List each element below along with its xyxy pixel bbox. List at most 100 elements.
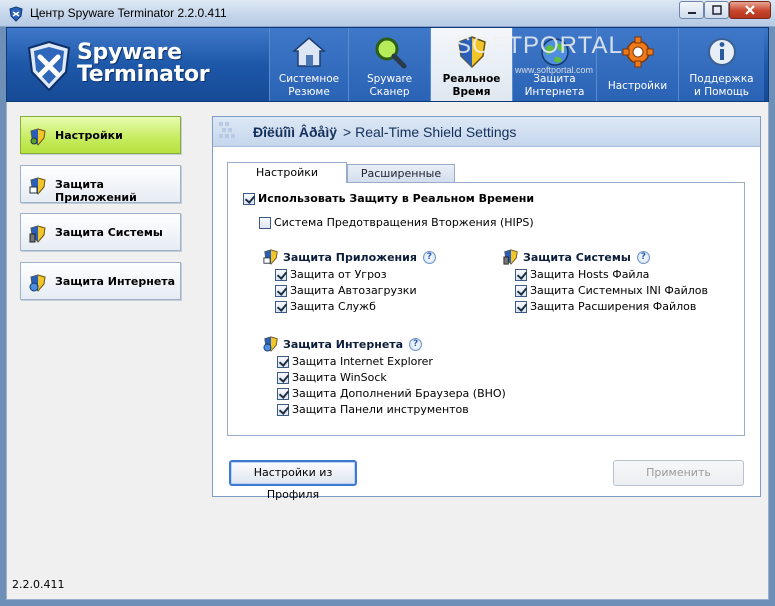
tab-content: Использовать Защиту в Реальном Времени С… (227, 182, 745, 436)
panel-header: Ðîëüîìì Âðåìÿ > Real-Time Shield Settings (213, 117, 760, 147)
nav-tab-support[interactable]: Поддержка и Помощь (678, 28, 764, 101)
checkbox-label: Защита Панели инструментов (292, 403, 469, 416)
hosts-protection-checkbox[interactable]: Защита Hosts Файла (515, 268, 649, 281)
checkbox-box[interactable] (277, 371, 289, 384)
ie-protection-checkbox[interactable]: Защита Internet Explorer (277, 355, 433, 368)
checkbox-box[interactable] (515, 284, 527, 297)
logo: Spyware Terminator (15, 32, 265, 98)
shield-globe-icon (263, 336, 278, 352)
checkbox-box[interactable] (277, 355, 289, 368)
checkbox-label: Защита Hosts Файла (530, 268, 650, 281)
sidebar-item-app-protection[interactable]: Защита Приложений (20, 165, 181, 204)
nav-tab-spyware-scanner[interactable]: Spyware Сканер (348, 28, 430, 101)
nav-tab-system-summary[interactable]: Системное Резюме (269, 28, 348, 101)
file-extension-protection-checkbox[interactable]: Защита Расширения Файлов (515, 300, 696, 313)
group-system-protection-title: Защита Системы ? (503, 249, 650, 265)
maximize-icon (711, 5, 722, 15)
shield-app-icon (29, 177, 46, 195)
tab-advanced[interactable]: Расширенные (347, 164, 455, 183)
load-profile-button[interactable]: Настройки из Профиля (229, 460, 357, 501)
threat-protection-checkbox[interactable]: Защита от Угроз (275, 268, 387, 281)
info-icon (707, 38, 736, 66)
nav-label: Spyware Сканер (349, 73, 430, 99)
services-protection-checkbox[interactable]: Защита Служб (275, 300, 376, 313)
nav-label-line2: Время (452, 86, 491, 98)
shield-gear-icon (30, 128, 46, 146)
apply-button[interactable]: Применить (613, 460, 744, 486)
panel-title-prefix: Ðîëüîìì Âðåìÿ (253, 124, 338, 140)
version-label: 2.2.0.411 (12, 578, 65, 591)
settings-panel: Ðîëüîìì Âðåìÿ > Real-Time Shield Settings… (212, 116, 761, 501)
app-shield-icon (8, 6, 24, 22)
checkbox-box[interactable] (275, 300, 287, 313)
sidebar-item-label: Защита Системы (55, 226, 163, 239)
sidebar-item-internet-protection[interactable]: Защита Интернета (20, 262, 181, 300)
shield-globe-icon (29, 274, 46, 292)
title-bar: Центр Spyware Terminator 2.2.0.411 (0, 0, 775, 27)
realtime-protection-checkbox[interactable]: Использовать Защиту в Реальном Времени (243, 192, 534, 205)
shield-app-icon (263, 249, 278, 265)
nav-label: Системное Резюме (270, 73, 348, 99)
help-icon[interactable]: ? (636, 250, 650, 264)
watermark: SOFTPORTAL (455, 32, 623, 59)
winsock-protection-checkbox[interactable]: Защита WinSock (277, 371, 387, 384)
nav-label-line2: Сканер (369, 86, 410, 98)
home-icon (291, 37, 327, 67)
sidebar-item-settings[interactable]: Настройки (20, 116, 181, 154)
nav-label-line2: Резюме (288, 86, 330, 98)
group-title-text: Защита Интернета (283, 337, 404, 351)
checkbox-box[interactable] (515, 268, 527, 281)
nav-label-line1: Реальное (442, 73, 501, 85)
gear-icon (622, 36, 653, 68)
sidebar-item-system-protection[interactable]: Защита Системы (20, 213, 181, 251)
logo-text: Spyware Terminator (77, 40, 210, 87)
autorun-protection-checkbox[interactable]: Защита Автозагрузки (275, 284, 417, 297)
checkbox-box[interactable] (277, 387, 289, 400)
checkbox-box[interactable] (259, 216, 271, 229)
nav-label-line2: и Помощь (694, 86, 749, 98)
checkbox-label: Защита Автозагрузки (290, 284, 417, 297)
logo-line1: Spyware (77, 40, 182, 65)
checkbox-box[interactable] (275, 268, 287, 281)
nav-label-line2: Интернета (524, 86, 585, 98)
tab-settings[interactable]: Настройки (227, 162, 347, 183)
group-title-text: Защита Системы (523, 250, 631, 264)
group-internet-protection-title: Защита Интернета ? (263, 336, 423, 352)
help-icon[interactable]: ? (409, 337, 423, 351)
checkbox-box[interactable] (277, 403, 289, 416)
checkbox-label: Защита Internet Explorer (292, 355, 433, 368)
sidebar-item-label: Настройки (55, 129, 123, 142)
nav-label-line1: Системное (278, 73, 340, 85)
toolbar-protection-checkbox[interactable]: Защита Панели инструментов (277, 403, 469, 416)
nav-label-line1: Spyware (366, 73, 413, 85)
hips-checkbox[interactable]: Система Предотвращения Вторжения (HIPS) (259, 216, 534, 229)
panel-title: Ðîëüîìì Âðåìÿ > Real-Time Shield Settings (253, 124, 516, 140)
checkbox-box[interactable] (515, 300, 527, 313)
checkbox-box[interactable] (275, 284, 287, 297)
watermark-url: www.softportal.com (515, 65, 594, 75)
checkbox-label: Защита Служб (290, 300, 376, 313)
nav-label-line1: Поддержка (689, 73, 754, 85)
nav-label: Поддержка и Помощь (679, 73, 764, 99)
ini-protection-checkbox[interactable]: Защита Системных INI Файлов (515, 284, 708, 297)
logo-shield-icon (27, 40, 71, 92)
minimize-button[interactable] (679, 1, 704, 19)
checkbox-label: Защита Расширения Файлов (530, 300, 697, 313)
dots-pattern-icon (219, 122, 235, 138)
magnifier-icon (375, 37, 406, 69)
shield-system-icon (29, 225, 46, 243)
minimize-icon (687, 12, 696, 14)
nav-label-line1: Настройки (607, 80, 668, 92)
checkbox-box[interactable] (243, 192, 255, 205)
group-title-text: Защита Приложения (283, 250, 417, 264)
logo-line2: Terminator (77, 62, 210, 87)
group-app-protection-title: Защита Приложения ? (263, 249, 436, 265)
checkbox-label: Защита WinSock (292, 371, 387, 384)
checkbox-label: Использовать Защиту в Реальном Времени (258, 192, 535, 205)
sidebar-item-label: Защита Интернета (55, 275, 176, 288)
maximize-button[interactable] (704, 1, 729, 19)
checkbox-label: Защита Системных INI Файлов (530, 284, 708, 297)
help-icon[interactable]: ? (422, 250, 436, 264)
close-button[interactable] (729, 1, 771, 19)
bho-protection-checkbox[interactable]: Защита Дополнений Браузера (BHO) (277, 387, 506, 400)
